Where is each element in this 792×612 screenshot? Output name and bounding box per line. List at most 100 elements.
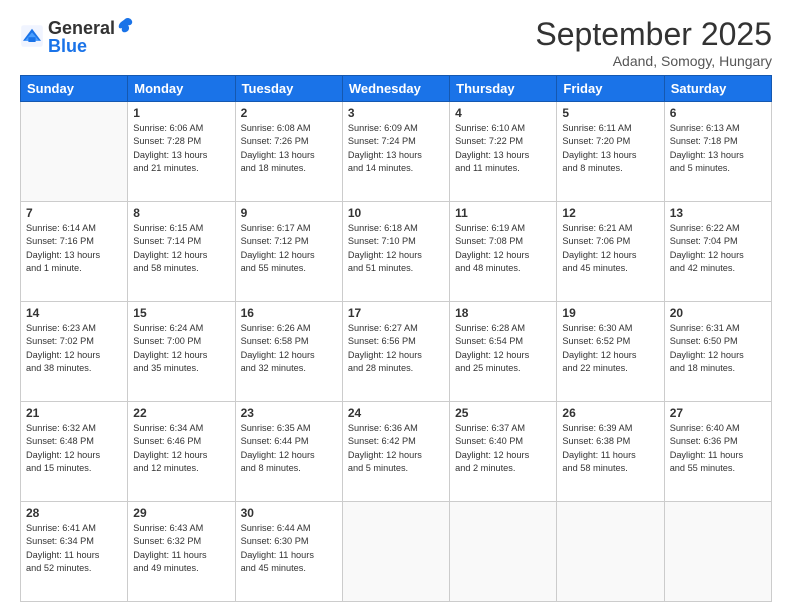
day-number: 8 [133,206,229,220]
day-info: Sunrise: 6:32 AMSunset: 6:48 PMDaylight:… [26,422,122,475]
title-block: September 2025 Adand, Somogy, Hungary [535,16,772,69]
day-info: Sunrise: 6:22 AMSunset: 7:04 PMDaylight:… [670,222,766,275]
calendar-cell: 19Sunrise: 6:30 AMSunset: 6:52 PMDayligh… [557,302,664,402]
day-number: 23 [241,406,337,420]
logo-general: General [48,19,115,37]
weekday-header-wednesday: Wednesday [342,76,449,102]
day-info: Sunrise: 6:43 AMSunset: 6:32 PMDaylight:… [133,522,229,575]
day-info: Sunrise: 6:11 AMSunset: 7:20 PMDaylight:… [562,122,658,175]
day-number: 3 [348,106,444,120]
day-number: 14 [26,306,122,320]
day-info: Sunrise: 6:34 AMSunset: 6:46 PMDaylight:… [133,422,229,475]
day-info: Sunrise: 6:31 AMSunset: 6:50 PMDaylight:… [670,322,766,375]
calendar-cell: 23 Sunrise: 6:35 AMSunset: 6:44 PMDayligh… [235,402,342,502]
day-number: 27 [670,406,766,420]
day-number: 18 [455,306,551,320]
day-info: Sunrise: 6:27 AMSunset: 6:56 PMDaylight:… [348,322,444,375]
day-info: Sunrise: 6:14 AMSunset: 7:16 PMDaylight:… [26,222,122,275]
day-number: 30 [241,506,337,520]
calendar-week-row: 14 Sunrise: 6:23 AMSunset: 7:02 PMDayligh… [21,302,772,402]
day-info: Sunrise: 6:09 AMSunset: 7:24 PMDaylight:… [348,122,444,175]
day-number: 17 [348,306,444,320]
logo-bird-icon [116,16,134,34]
calendar-table: SundayMondayTuesdayWednesdayThursdayFrid… [20,75,772,602]
calendar-cell: 2Sunrise: 6:08 AMSunset: 7:26 PMDaylight… [235,102,342,202]
calendar-cell: 25 Sunrise: 6:37 AMSunset: 6:40 PMDayligh… [450,402,557,502]
calendar-cell [557,502,664,602]
day-info: Sunrise: 6:35 AMSunset: 6:44 PMDaylight:… [241,422,337,475]
calendar-cell: 13 Sunrise: 6:22 AMSunset: 7:04 PMDayligh… [664,202,771,302]
calendar-cell: 22 Sunrise: 6:34 AMSunset: 6:46 PMDayligh… [128,402,235,502]
calendar-cell: 17 Sunrise: 6:27 AMSunset: 6:56 PMDayligh… [342,302,449,402]
logo-icon [20,24,44,48]
calendar-cell [342,502,449,602]
day-number: 6 [670,106,766,120]
calendar-cell: 30 Sunrise: 6:44 AMSunset: 6:30 PMDayligh… [235,502,342,602]
weekday-header-thursday: Thursday [450,76,557,102]
day-info: Sunrise: 6:37 AMSunset: 6:40 PMDaylight:… [455,422,551,475]
calendar-cell [450,502,557,602]
weekday-header-sunday: Sunday [21,76,128,102]
calendar-cell: 11Sunrise: 6:19 AMSunset: 7:08 PMDayligh… [450,202,557,302]
calendar-cell: 14 Sunrise: 6:23 AMSunset: 7:02 PMDayligh… [21,302,128,402]
day-info: Sunrise: 6:26 AMSunset: 6:58 PMDaylight:… [241,322,337,375]
day-number: 9 [241,206,337,220]
day-number: 4 [455,106,551,120]
calendar-cell: 20 Sunrise: 6:31 AMSunset: 6:50 PMDayligh… [664,302,771,402]
day-number: 13 [670,206,766,220]
weekday-header-saturday: Saturday [664,76,771,102]
header: General Blue September 2025 Adand, Somog… [20,16,772,69]
calendar-cell: 24 Sunrise: 6:36 AMSunset: 6:42 PMDayligh… [342,402,449,502]
day-info: Sunrise: 6:15 AMSunset: 7:14 PMDaylight:… [133,222,229,275]
day-number: 28 [26,506,122,520]
day-info: Sunrise: 6:17 AMSunset: 7:12 PMDaylight:… [241,222,337,275]
day-number: 22 [133,406,229,420]
calendar-cell: 3 Sunrise: 6:09 AMSunset: 7:24 PMDaylight… [342,102,449,202]
calendar-cell: 10Sunrise: 6:18 AMSunset: 7:10 PMDayligh… [342,202,449,302]
calendar-cell: 9 Sunrise: 6:17 AMSunset: 7:12 PMDaylight… [235,202,342,302]
logo: General Blue [20,16,135,55]
calendar-cell: 7Sunrise: 6:14 AMSunset: 7:16 PMDaylight… [21,202,128,302]
calendar-cell: 1Sunrise: 6:06 AMSunset: 7:28 PMDaylight… [128,102,235,202]
day-number: 16 [241,306,337,320]
weekday-header-tuesday: Tuesday [235,76,342,102]
month-title: September 2025 [535,16,772,53]
day-number: 24 [348,406,444,420]
day-info: Sunrise: 6:44 AMSunset: 6:30 PMDaylight:… [241,522,337,575]
calendar-cell: 28Sunrise: 6:41 AMSunset: 6:34 PMDayligh… [21,502,128,602]
weekday-header-friday: Friday [557,76,664,102]
day-info: Sunrise: 6:13 AMSunset: 7:18 PMDaylight:… [670,122,766,175]
calendar-cell: 15Sunrise: 6:24 AMSunset: 7:00 PMDayligh… [128,302,235,402]
calendar-week-row: 7Sunrise: 6:14 AMSunset: 7:16 PMDaylight… [21,202,772,302]
calendar-cell: 27 Sunrise: 6:40 AMSunset: 6:36 PMDayligh… [664,402,771,502]
day-info: Sunrise: 6:23 AMSunset: 7:02 PMDaylight:… [26,322,122,375]
day-number: 19 [562,306,658,320]
day-number: 5 [562,106,658,120]
day-number: 12 [562,206,658,220]
day-info: Sunrise: 6:39 AMSunset: 6:38 PMDaylight:… [562,422,658,475]
day-number: 20 [670,306,766,320]
calendar-cell: 29 Sunrise: 6:43 AMSunset: 6:32 PMDayligh… [128,502,235,602]
day-info: Sunrise: 6:40 AMSunset: 6:36 PMDaylight:… [670,422,766,475]
calendar-cell: 21 Sunrise: 6:32 AMSunset: 6:48 PMDayligh… [21,402,128,502]
day-info: Sunrise: 6:21 AMSunset: 7:06 PMDaylight:… [562,222,658,275]
day-number: 25 [455,406,551,420]
calendar-header-row: SundayMondayTuesdayWednesdayThursdayFrid… [21,76,772,102]
day-number: 26 [562,406,658,420]
day-number: 29 [133,506,229,520]
day-info: Sunrise: 6:28 AMSunset: 6:54 PMDaylight:… [455,322,551,375]
day-info: Sunrise: 6:08 AMSunset: 7:26 PMDaylight:… [241,122,337,175]
day-number: 10 [348,206,444,220]
calendar-cell [21,102,128,202]
day-number: 21 [26,406,122,420]
calendar-week-row: 28Sunrise: 6:41 AMSunset: 6:34 PMDayligh… [21,502,772,602]
calendar-week-row: 1Sunrise: 6:06 AMSunset: 7:28 PMDaylight… [21,102,772,202]
calendar-cell: 12 Sunrise: 6:21 AMSunset: 7:06 PMDayligh… [557,202,664,302]
calendar-cell: 26 Sunrise: 6:39 AMSunset: 6:38 PMDayligh… [557,402,664,502]
day-info: Sunrise: 6:06 AMSunset: 7:28 PMDaylight:… [133,122,229,175]
calendar-cell: 16 Sunrise: 6:26 AMSunset: 6:58 PMDayligh… [235,302,342,402]
calendar-cell: 6 Sunrise: 6:13 AMSunset: 7:18 PMDaylight… [664,102,771,202]
day-info: Sunrise: 6:36 AMSunset: 6:42 PMDaylight:… [348,422,444,475]
calendar-cell: 5 Sunrise: 6:11 AMSunset: 7:20 PMDaylight… [557,102,664,202]
page: General Blue September 2025 Adand, Somog… [0,0,792,612]
